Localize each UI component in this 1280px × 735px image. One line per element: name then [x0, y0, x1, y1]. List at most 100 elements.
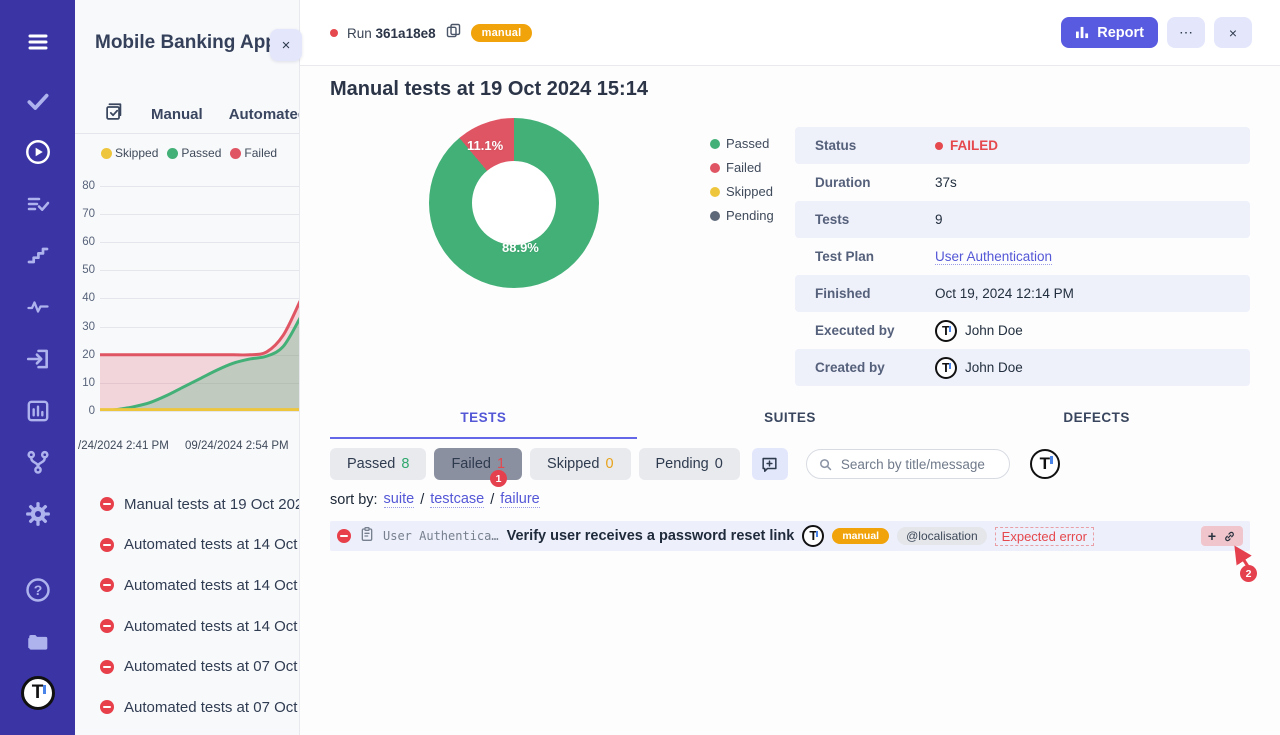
- run-title: Manual tests at 19 Oct 2024 15:14: [330, 78, 648, 101]
- pulse-icon[interactable]: [24, 295, 51, 319]
- filter-passed-button[interactable]: Passed8: [330, 448, 426, 480]
- svg-text:?: ?: [33, 582, 42, 598]
- failed-status-icon: [100, 538, 114, 552]
- skipped-dot: [710, 187, 720, 197]
- y-tick-label: 10: [75, 377, 95, 389]
- skipped-dot: [101, 148, 112, 159]
- assignee-avatar: T: [802, 525, 824, 547]
- search-input[interactable]: [841, 457, 1001, 472]
- donut: 11.1% 88.9%: [429, 118, 599, 288]
- runs-panel: Mobile Banking App Manual Automated Skip…: [75, 0, 300, 735]
- add-defect-button[interactable]: +: [1208, 529, 1216, 543]
- run-status-dot: [330, 29, 338, 37]
- detail-row-executed-by: Executed by TJohn Doe: [795, 312, 1250, 349]
- result-tabs: TESTS SUITES DEFECTS: [330, 405, 1250, 437]
- filter-pending-button[interactable]: Pending0: [639, 448, 740, 480]
- run-label: Run 361a18e8: [347, 26, 436, 41]
- list-check-icon[interactable]: [24, 192, 51, 216]
- test-title[interactable]: Verify user receives a password reset li…: [507, 528, 795, 544]
- legend-skipped: Skipped: [101, 146, 158, 160]
- donut-legend: Passed Failed Skipped Pending: [710, 136, 774, 223]
- sort-by-testcase-link[interactable]: testcase: [430, 491, 484, 508]
- project-title: Mobile Banking App: [95, 32, 277, 54]
- projects-icon[interactable]: [24, 629, 52, 655]
- check-icon[interactable]: [24, 88, 52, 114]
- error-message-label[interactable]: Expected error: [995, 527, 1094, 546]
- failed-slice-label: 11.1%: [467, 138, 503, 153]
- tab-tests[interactable]: TESTS: [330, 405, 637, 437]
- area-chart-plot: [100, 186, 300, 411]
- failed-dot: [935, 142, 943, 150]
- legend-passed: Passed: [167, 146, 221, 160]
- y-tick-label: 70: [75, 208, 95, 220]
- branches-icon[interactable]: [24, 448, 51, 476]
- filter-bar: Passed8 Failed1 Skipped0 Pending0 T: [330, 448, 1060, 480]
- help-icon[interactable]: ?: [24, 576, 52, 604]
- detail-row-duration: Duration 37s: [795, 164, 1250, 201]
- sign-in-icon[interactable]: [24, 346, 51, 372]
- close-run-button[interactable]: ×: [1214, 17, 1252, 48]
- detail-row-test-plan: Test Plan User Authentication: [795, 238, 1250, 275]
- run-details-table: Status FAILED Duration 37s Tests 9 Test …: [795, 127, 1250, 386]
- run-list-item[interactable]: Automated tests at 14 Oct 2: [75, 565, 300, 606]
- suite-name[interactable]: User Authentica…: [383, 529, 499, 543]
- user-avatar[interactable]: T: [1030, 449, 1060, 479]
- add-comment-button[interactable]: [752, 448, 788, 480]
- filter-failed-button[interactable]: Failed1: [434, 448, 522, 480]
- main-sidebar: ? T: [0, 0, 75, 735]
- run-list-item[interactable]: Automated tests at 14 Oct 2: [75, 525, 300, 566]
- legend-failed: Failed: [710, 160, 774, 175]
- run-info: Run 361a18e8 manual: [330, 0, 532, 66]
- x-tick-2: 09/24/2024 2:54 PM: [185, 440, 289, 452]
- passed-dot: [167, 148, 178, 159]
- failed-dot: [230, 148, 241, 159]
- settings-icon[interactable]: [24, 500, 52, 528]
- run-topbar: Run 361a18e8 manual Report ⋯ ×: [300, 0, 1280, 66]
- select-runs-icon[interactable]: [103, 101, 125, 128]
- tab-suites[interactable]: SUITES: [637, 405, 944, 437]
- tab-defects[interactable]: DEFECTS: [943, 405, 1250, 437]
- y-tick-label: 30: [75, 321, 95, 333]
- legend-passed: Passed: [710, 136, 774, 151]
- report-button[interactable]: Report: [1061, 17, 1158, 48]
- donut-hole: [472, 161, 556, 245]
- menu-icon[interactable]: [23, 30, 53, 54]
- run-list-item[interactable]: Manual tests at 19 Oct 2024: [75, 484, 300, 525]
- filter-skipped-button[interactable]: Skipped0: [530, 448, 630, 480]
- failed-status-icon: [100, 700, 114, 714]
- tab-manual[interactable]: Manual: [151, 106, 203, 123]
- legend-failed: Failed: [230, 146, 277, 160]
- passed-slice-label: 88.9%: [502, 240, 539, 255]
- sort-label: sort by:: [330, 492, 378, 508]
- test-tag[interactable]: @localisation: [897, 527, 987, 545]
- trend-chart-legend: Skipped Passed Failed: [101, 146, 277, 160]
- search-icon: [818, 457, 833, 472]
- legend-pending: Pending: [710, 208, 774, 223]
- failed-status-icon: [100, 578, 114, 592]
- run-list-item[interactable]: Automated tests at 07 Oct 2: [75, 687, 300, 728]
- run-list: Manual tests at 19 Oct 2024 Automated te…: [75, 484, 300, 728]
- detail-row-finished: Finished Oct 19, 2024 12:14 PM: [795, 275, 1250, 312]
- app-logo[interactable]: T: [21, 676, 55, 710]
- tab-automated[interactable]: Automated: [229, 106, 300, 123]
- y-tick-label: 20: [75, 349, 95, 361]
- run-list-item[interactable]: Automated tests at 14 Oct 2: [75, 606, 300, 647]
- sort-by-failure-link[interactable]: failure: [500, 491, 540, 508]
- runs-panel-close-button[interactable]: ×: [270, 29, 302, 61]
- logo-t-icon: T: [21, 676, 55, 710]
- run-list-item[interactable]: Automated tests at 07 Oct 2: [75, 646, 300, 687]
- failed-status-icon: [337, 529, 351, 543]
- report-chart-icon: [1075, 26, 1090, 39]
- play-circle-icon[interactable]: [24, 138, 52, 166]
- sort-bar: sort by: suite / testcase / failure: [330, 491, 540, 508]
- sort-by-suite-link[interactable]: suite: [384, 491, 415, 508]
- copy-run-id-icon[interactable]: [445, 22, 462, 44]
- results-donut-chart: 11.1% 88.9%: [429, 118, 599, 288]
- test-result-row[interactable]: User Authentica… Verify user receives a …: [330, 521, 1250, 551]
- steps-icon[interactable]: [25, 244, 51, 268]
- more-actions-button[interactable]: ⋯: [1167, 17, 1205, 48]
- annotation-badge-2: 2: [1240, 565, 1257, 582]
- y-tick-label: 60: [75, 236, 95, 248]
- analytics-icon[interactable]: [24, 398, 51, 424]
- test-plan-link[interactable]: User Authentication: [935, 249, 1052, 265]
